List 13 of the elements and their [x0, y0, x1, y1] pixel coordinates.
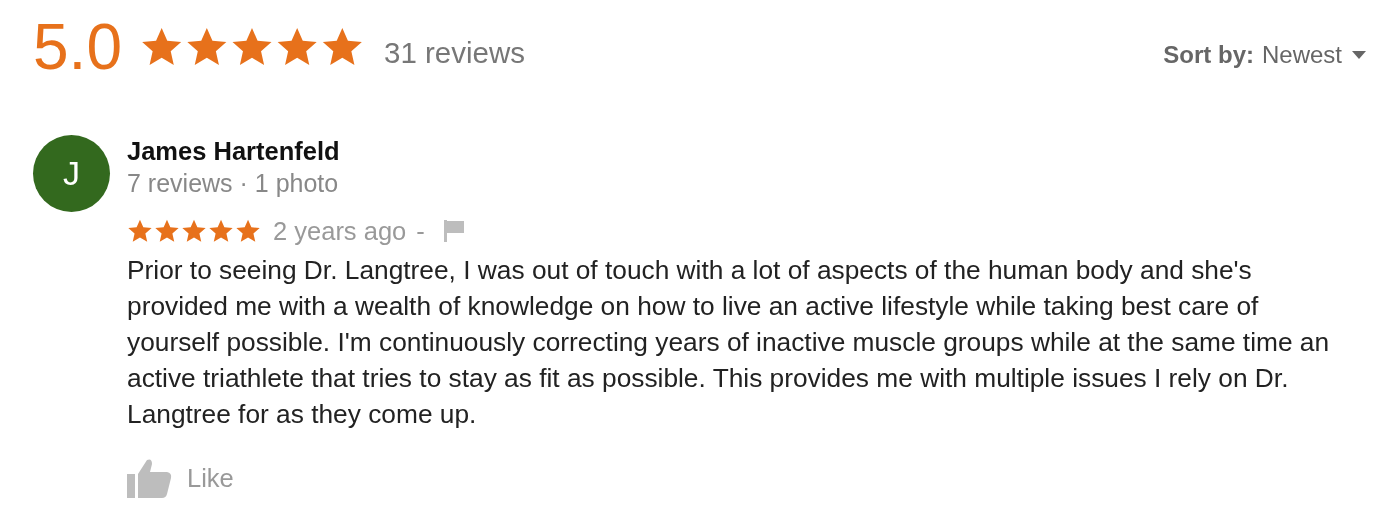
reviewer-name: James Hartenfeld [127, 136, 341, 166]
review-date: 2 years ago [273, 216, 407, 246]
separator: - [416, 216, 425, 246]
flag-icon[interactable] [442, 219, 465, 243]
review-text: Prior to seeing Dr. Langtree, I was out of touch with a lot of aspects of the human body and she's provided me with a wealth of knowledge on how to live an active lifestyle while taking best care of yourself possible. I'm continuously correcting years of inactive muscle groups while at the same time an active triathlete that tries to stay as fit as possible. This provides me with multiple issues I rely on Dr. Langtree for as they come up. [127, 254, 1331, 431]
avatar: J [33, 135, 110, 212]
sort-dropdown[interactable]: Newest [1261, 41, 1366, 69]
rating-score: 5.0 [33, 10, 122, 84]
thumbs-up-icon [127, 458, 173, 498]
reviewer-stats: 7 reviews · 1 photo [127, 168, 340, 198]
sort-label: Sort by: [1163, 41, 1254, 69]
caret-icon [1352, 51, 1366, 59]
review-count: 31 reviews [383, 36, 525, 70]
